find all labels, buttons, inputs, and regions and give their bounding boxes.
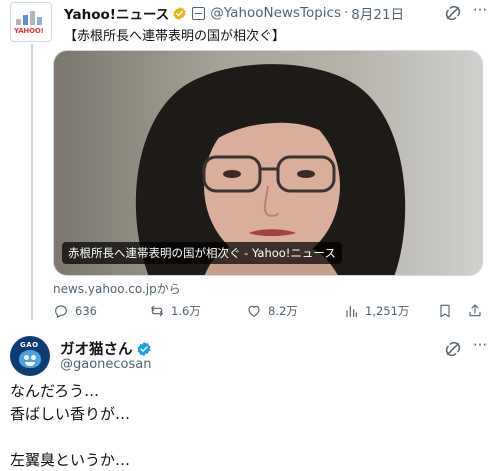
tweet-line: なんだろう… [10, 382, 100, 400]
repost-count: 1.6万 [171, 304, 201, 318]
avatar-text: GAO [20, 341, 39, 349]
views-chart-icon [346, 305, 357, 317]
reply-icon [55, 305, 67, 318]
link-card-image[interactable]: 赤根所長へ連帯表明の国が相次ぐ - Yahoo!ニュース [53, 50, 483, 276]
reply-button[interactable]: 636 [53, 303, 97, 319]
like-count: 8.2万 [268, 304, 298, 318]
more-options-icon[interactable]: ··· [470, 3, 490, 23]
author-name[interactable]: Yahoo!ニュース [64, 3, 169, 23]
more-options-icon[interactable]: ··· [470, 338, 490, 358]
tweet-actions-bar: 636 1.6万 8.2万 1,251万 [53, 303, 483, 321]
repost-button[interactable]: 1.6万 [149, 303, 201, 319]
yahoo-news-avatar[interactable]: YAHOO! [10, 2, 52, 42]
blue-verified-badge-icon [136, 341, 151, 356]
thread-connector-line [31, 44, 33, 320]
card-caption: 赤根所長へ連帯表明の国が相次ぐ - Yahoo!ニュース [62, 242, 342, 264]
cat-eye-right [31, 355, 36, 360]
tweet-text: 【赤根所長へ連帯表明の国が相次ぐ】 [64, 29, 286, 44]
tweet-date[interactable]: 8月21日 [351, 3, 404, 23]
share-icon [469, 304, 481, 317]
heart-icon [248, 305, 260, 317]
author-name[interactable]: ガオ猫さん [60, 338, 133, 359]
tweet-line: 左翼臭というか… [10, 451, 131, 469]
card-source-link[interactable]: news.yahoo.co.jpから [53, 280, 181, 297]
grok-icon[interactable] [444, 340, 462, 358]
affiliation-badge-icon [192, 6, 206, 20]
bookmark-icon [440, 304, 450, 318]
tweet2-body: なんだろう… 香ばしい香りが… 左翼臭というか… [10, 380, 130, 471]
bookmark-button[interactable] [437, 303, 453, 323]
reply-count: 636 [75, 304, 97, 318]
gold-verified-badge-icon [173, 6, 186, 20]
tweet2-header: ガオ猫さん [60, 338, 152, 359]
repost-icon [151, 305, 163, 317]
separator-dot: · [344, 5, 349, 21]
tweet1-header: Yahoo!ニュース @YahooNewsTopics · 8月21日 [64, 3, 404, 23]
tweet-line: 香ばしい香りが… [10, 405, 131, 423]
author-handle[interactable]: @gaonecosan [60, 357, 152, 372]
cat-eye-left [24, 355, 29, 360]
avatar-bar-graphic [16, 9, 46, 25]
views-button[interactable]: 1,251万 [343, 303, 409, 319]
gaoneko-avatar[interactable]: GAO [10, 336, 50, 376]
avatar-logo-text: YAHOO! [14, 27, 44, 35]
grok-icon[interactable] [444, 4, 462, 22]
views-count: 1,251万 [365, 304, 410, 318]
share-button[interactable] [467, 303, 483, 323]
like-button[interactable]: 8.2万 [246, 303, 298, 319]
author-handle[interactable]: @YahooNewsTopics [210, 5, 341, 21]
